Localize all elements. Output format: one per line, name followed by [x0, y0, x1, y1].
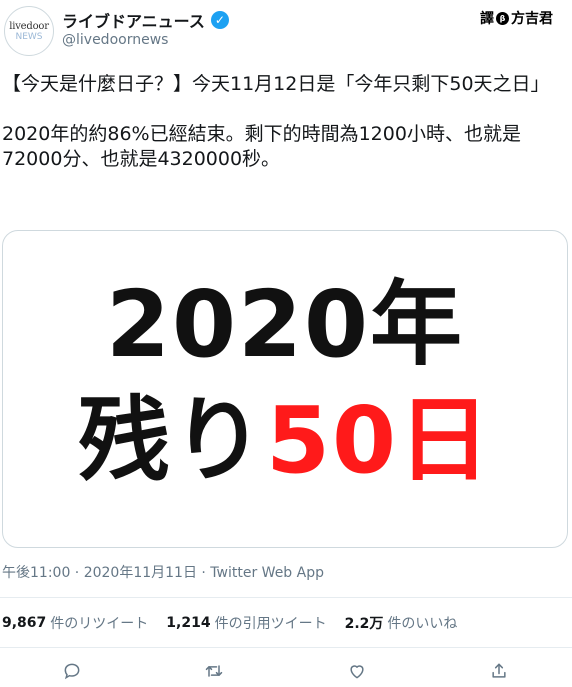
reply-icon[interactable]: [59, 658, 85, 684]
quote-tweet-count[interactable]: 1,214 件の引用ツイート: [166, 613, 326, 633]
retweet-count[interactable]: 9,867 件のリツイート: [2, 613, 148, 633]
translator-label-right: 方吉君: [511, 11, 553, 27]
image-headline-remaining: 残り50日: [3, 389, 567, 493]
avatar[interactable]: livedoor NEWS: [4, 6, 54, 56]
tweet-image[interactable]: 2020年 残り50日: [2, 230, 568, 548]
divider: [0, 647, 572, 648]
image-headline-year: 2020年: [105, 271, 465, 378]
image-remaining-label: 残り: [77, 387, 266, 494]
user-handle[interactable]: @livedoornews: [62, 32, 168, 48]
tweet-header: livedoor NEWS ライブドアニュース ✓ @livedoornews …: [0, 0, 572, 62]
retweet-icon[interactable]: [201, 658, 227, 684]
share-icon[interactable]: [486, 658, 512, 684]
stat-label: 件のリツイート: [50, 616, 149, 632]
stat-number: 2.2万: [344, 616, 384, 632]
tweet-text: 【今天是什麼日子？】今天11月12日是「今年只剩下50天之日」 2020年的約8…: [2, 73, 550, 170]
stat-label: 件のいいね: [387, 616, 458, 632]
stat-label: 件の引用ツイート: [214, 616, 327, 632]
divider: [0, 597, 572, 598]
tweet-actions: [0, 656, 572, 686]
avatar-brand-text: livedoor: [9, 20, 49, 32]
like-count[interactable]: 2.2万 件のいいね: [345, 613, 458, 633]
like-icon[interactable]: [344, 658, 370, 684]
translator-label-left: 譯: [480, 11, 494, 27]
name-row: ライブドアニュース ✓: [62, 8, 229, 32]
tweet-timestamp[interactable]: 午後11:00 · 2020年11月11日 · Twitter Web App: [2, 562, 324, 582]
stat-number: 9,867: [2, 615, 47, 631]
translator-beta-icon: β: [496, 11, 509, 25]
verified-badge-icon: ✓: [210, 11, 229, 29]
engagement-stats: 9,867 件のリツイート 1,214 件の引用ツイート 2.2万 件のいいね: [2, 612, 475, 634]
stat-number: 1,214: [166, 615, 211, 631]
display-name[interactable]: ライブドアニュース: [62, 8, 205, 32]
translator-watermark: 譯 β 方吉君: [480, 8, 553, 28]
image-remaining-days: 50日: [265, 387, 493, 494]
avatar-news-text: NEWS: [15, 31, 43, 42]
